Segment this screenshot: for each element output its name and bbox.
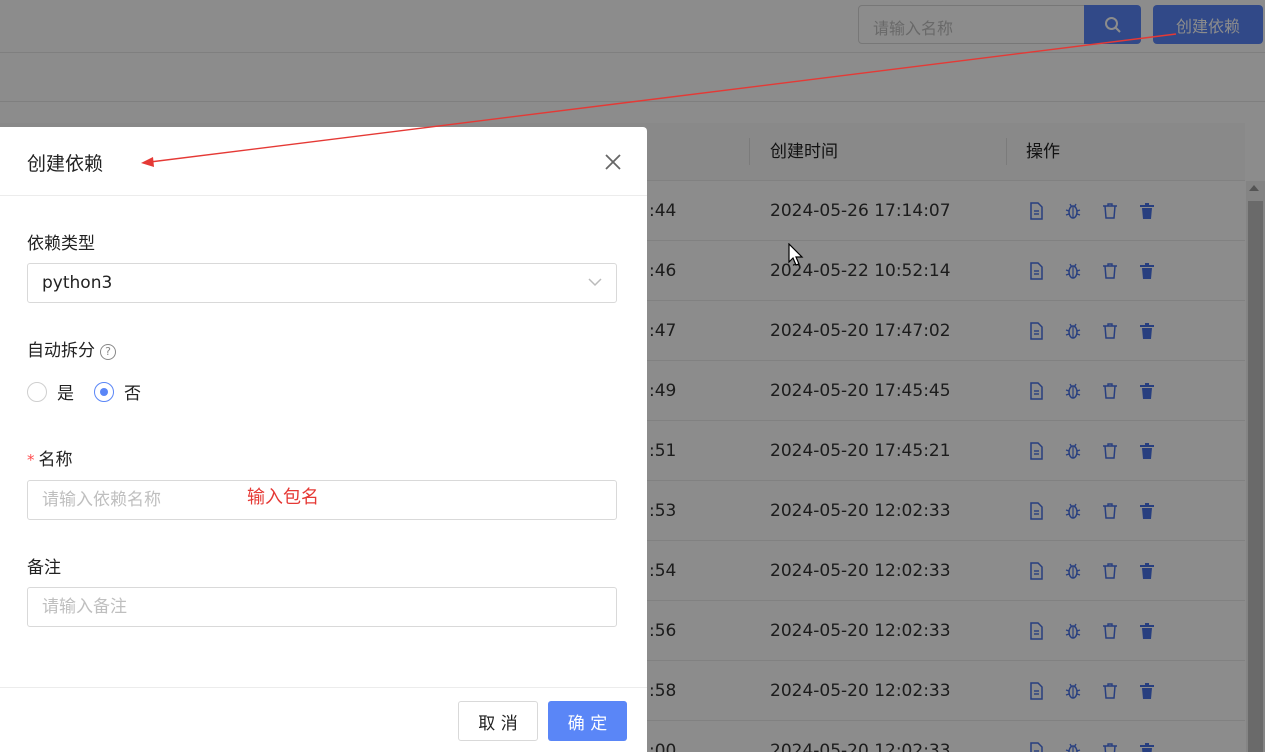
mouse-cursor-icon — [788, 243, 804, 266]
required-mark: * — [27, 451, 35, 469]
dependency-type-value: python3 — [42, 273, 113, 293]
dependency-type-select[interactable]: python3 — [27, 263, 617, 303]
remark-label: 备注 — [27, 558, 61, 578]
auto-split-radio-group: 是 否 — [27, 379, 161, 404]
auto-split-label: 自动拆分? — [27, 336, 116, 361]
radio-no[interactable] — [94, 381, 114, 402]
radio-yes-label[interactable]: 是 — [57, 379, 74, 404]
modal-header: 创建依赖 — [0, 127, 647, 196]
confirm-button[interactable]: 确 定 — [548, 701, 627, 741]
name-annotation: 输入包名 — [247, 487, 319, 508]
remark-input[interactable]: 请输入备注 — [27, 587, 617, 627]
create-dependency-modal: 创建依赖 依赖类型 python3 自动拆分? 是 否 * 名称 请输入依赖名称 … — [0, 127, 647, 752]
close-icon[interactable] — [602, 151, 624, 173]
chevron-down-icon — [588, 278, 602, 287]
dependency-name-input[interactable]: 请输入依赖名称 — [27, 480, 617, 520]
cancel-button[interactable]: 取 消 — [458, 701, 538, 741]
modal-title: 创建依赖 — [27, 153, 104, 175]
name-label-text: 名称 — [38, 450, 73, 470]
radio-no-label[interactable]: 否 — [124, 379, 141, 404]
auto-split-label-text: 自动拆分 — [27, 341, 95, 361]
dependency-type-label: 依赖类型 — [27, 234, 95, 254]
modal-footer: 取 消 确 定 — [0, 687, 647, 752]
name-label: * 名称 — [27, 445, 73, 470]
radio-yes[interactable] — [27, 381, 47, 402]
help-icon[interactable]: ? — [100, 344, 116, 360]
